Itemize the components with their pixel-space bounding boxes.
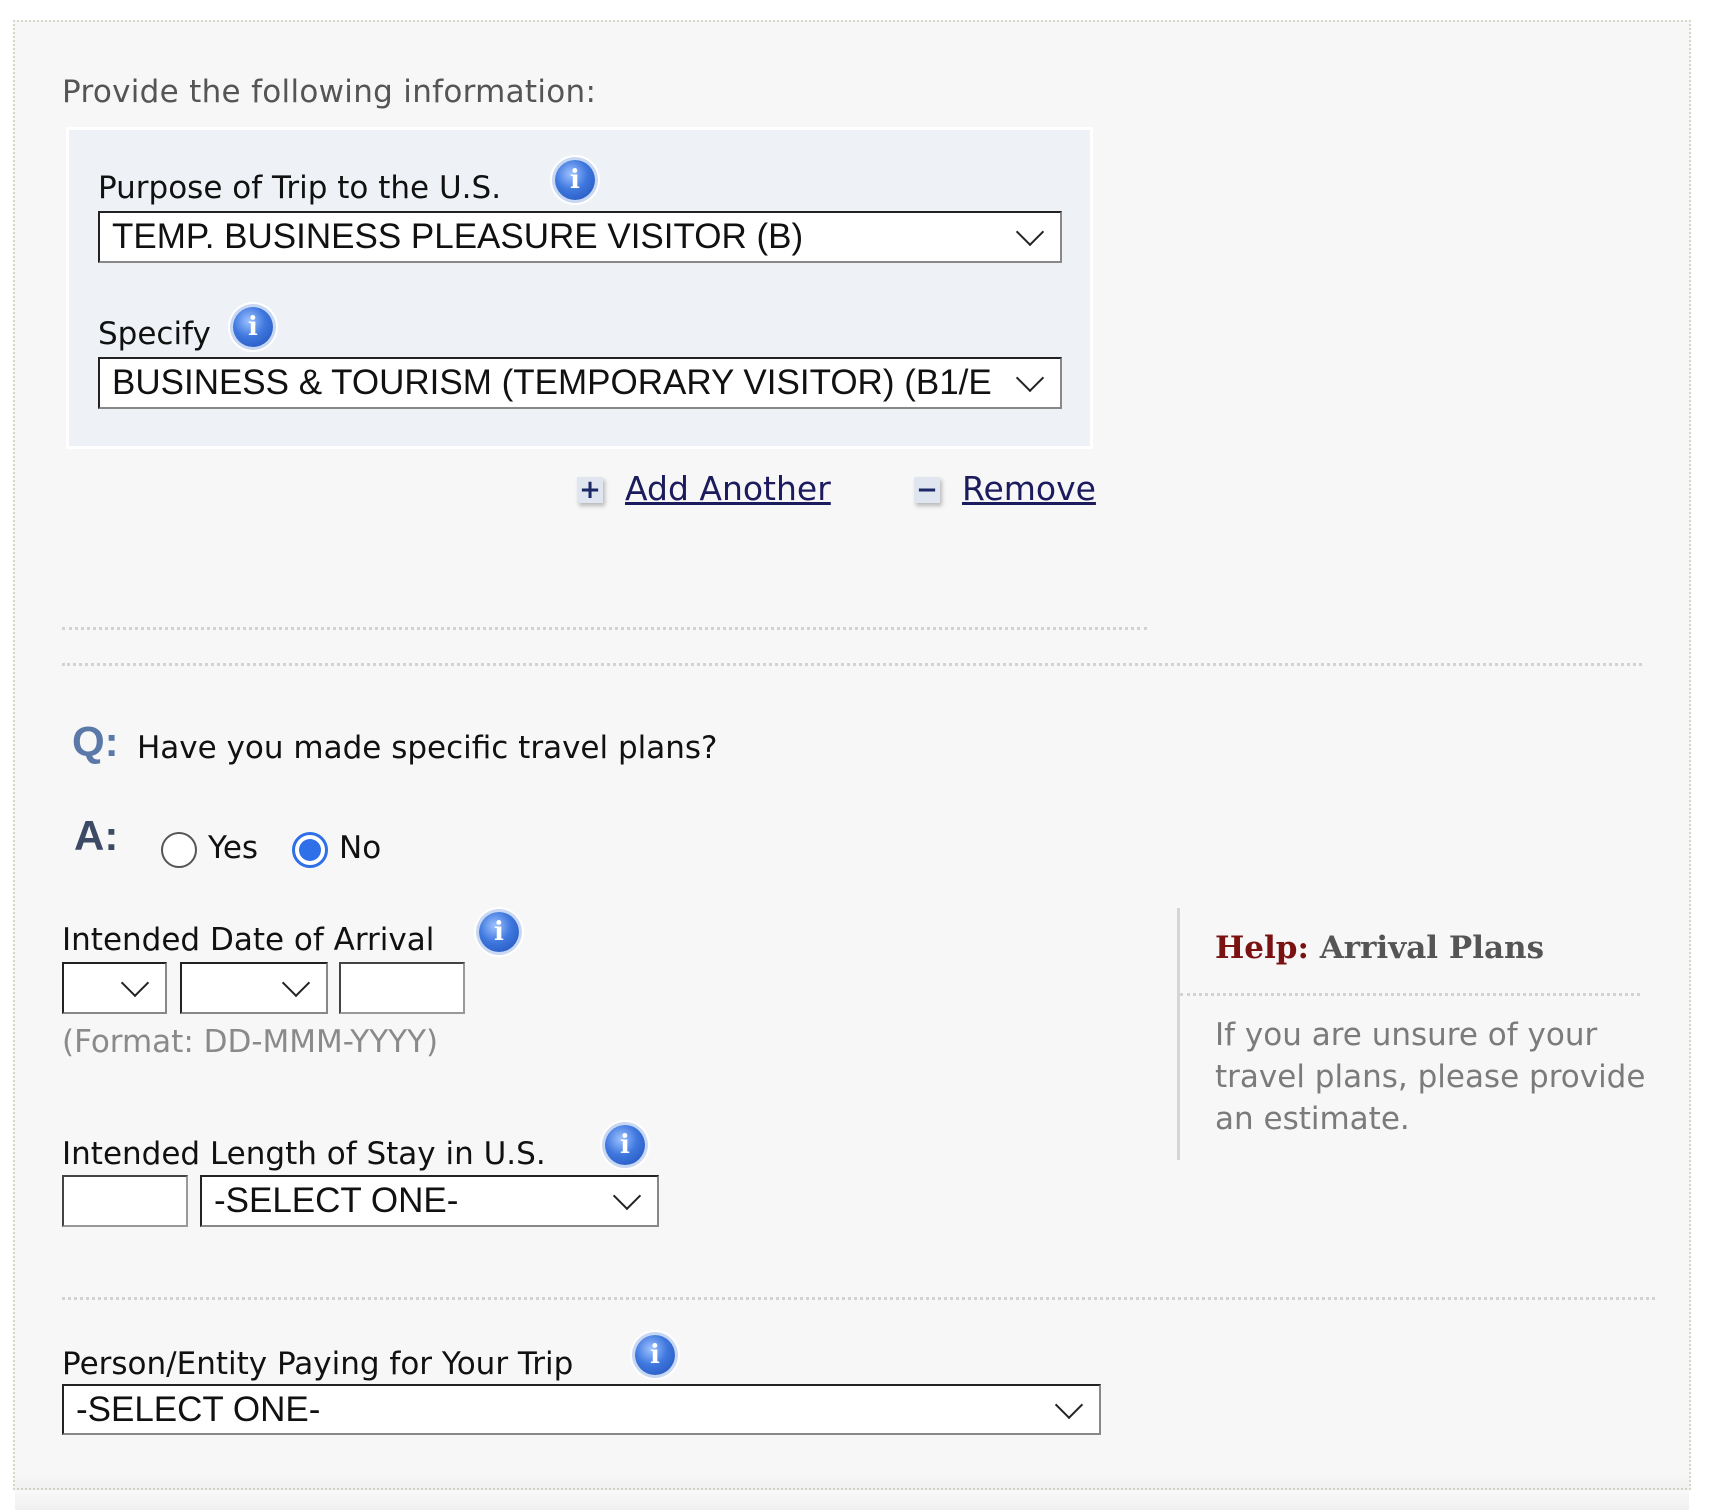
radio-yes[interactable]	[161, 832, 197, 868]
date-format-hint: (Format: DD-MMM-YYYY)	[62, 1024, 439, 1060]
help-title: Help: Arrival Plans	[1215, 930, 1544, 966]
help-divider	[1177, 908, 1180, 1160]
chevron-down-icon	[1054, 1390, 1084, 1419]
purpose-select[interactable]: TEMP. BUSINESS PLEASURE VISITOR (B)	[98, 211, 1062, 263]
payer-label: Person/Entity Paying for Your Trip	[62, 1346, 574, 1382]
stay-unit-value: -SELECT ONE-	[214, 1181, 459, 1220]
purpose-select-value: TEMP. BUSINESS PLEASURE VISITOR (B)	[112, 217, 804, 256]
stay-unit-select[interactable]: -SELECT ONE-	[200, 1175, 659, 1227]
payer-select-value: -SELECT ONE-	[76, 1389, 321, 1429]
travel-plans-question: Have you made specific travel plans?	[137, 730, 718, 766]
info-icon[interactable]: i	[479, 912, 519, 952]
specify-label: Specify	[98, 316, 211, 352]
answer-marker: A:	[74, 812, 119, 859]
chevron-down-icon	[1015, 217, 1045, 247]
radio-yes-label[interactable]: Yes	[208, 830, 258, 866]
arrival-month-select[interactable]	[180, 962, 328, 1014]
chevron-down-icon	[281, 968, 311, 998]
intro-text: Provide the following information:	[62, 74, 597, 110]
question-marker: Q:	[72, 718, 119, 765]
separator	[62, 627, 1147, 630]
specify-select[interactable]: BUSINESS & TOURISM (TEMPORARY VISITOR) (…	[98, 357, 1062, 409]
remove-link[interactable]: Remove	[962, 469, 1096, 508]
help-body: If you are unsure of your travel plans, …	[1215, 1017, 1646, 1137]
radio-no[interactable]	[292, 832, 328, 868]
chevron-down-icon	[120, 968, 150, 998]
plus-icon[interactable]: +	[577, 477, 603, 503]
arrival-day-select[interactable]	[62, 962, 167, 1014]
chevron-down-icon	[1015, 363, 1045, 393]
info-icon[interactable]: i	[233, 307, 273, 347]
length-of-stay-label: Intended Length of Stay in U.S.	[62, 1136, 546, 1172]
arrival-date-label: Intended Date of Arrival	[62, 922, 435, 958]
help-prefix: Help:	[1215, 930, 1309, 966]
info-icon[interactable]: i	[555, 160, 595, 200]
minus-icon[interactable]: −	[914, 477, 940, 503]
help-separator	[1180, 993, 1640, 996]
info-icon[interactable]: i	[605, 1125, 645, 1165]
purpose-label: Purpose of Trip to the U.S.	[98, 170, 502, 206]
stay-length-input[interactable]	[62, 1175, 188, 1227]
specify-select-value: BUSINESS & TOURISM (TEMPORARY VISITOR) (…	[112, 363, 992, 402]
help-topic: Arrival Plans	[1319, 930, 1545, 966]
radio-no-label[interactable]: No	[339, 830, 381, 866]
add-another-link[interactable]: Add Another	[625, 469, 831, 508]
separator	[62, 663, 1642, 666]
payer-select[interactable]: -SELECT ONE-	[62, 1384, 1101, 1435]
chevron-down-icon	[612, 1181, 642, 1211]
info-icon[interactable]: i	[635, 1335, 675, 1375]
arrival-year-input[interactable]	[339, 962, 465, 1014]
separator	[62, 1297, 1655, 1300]
